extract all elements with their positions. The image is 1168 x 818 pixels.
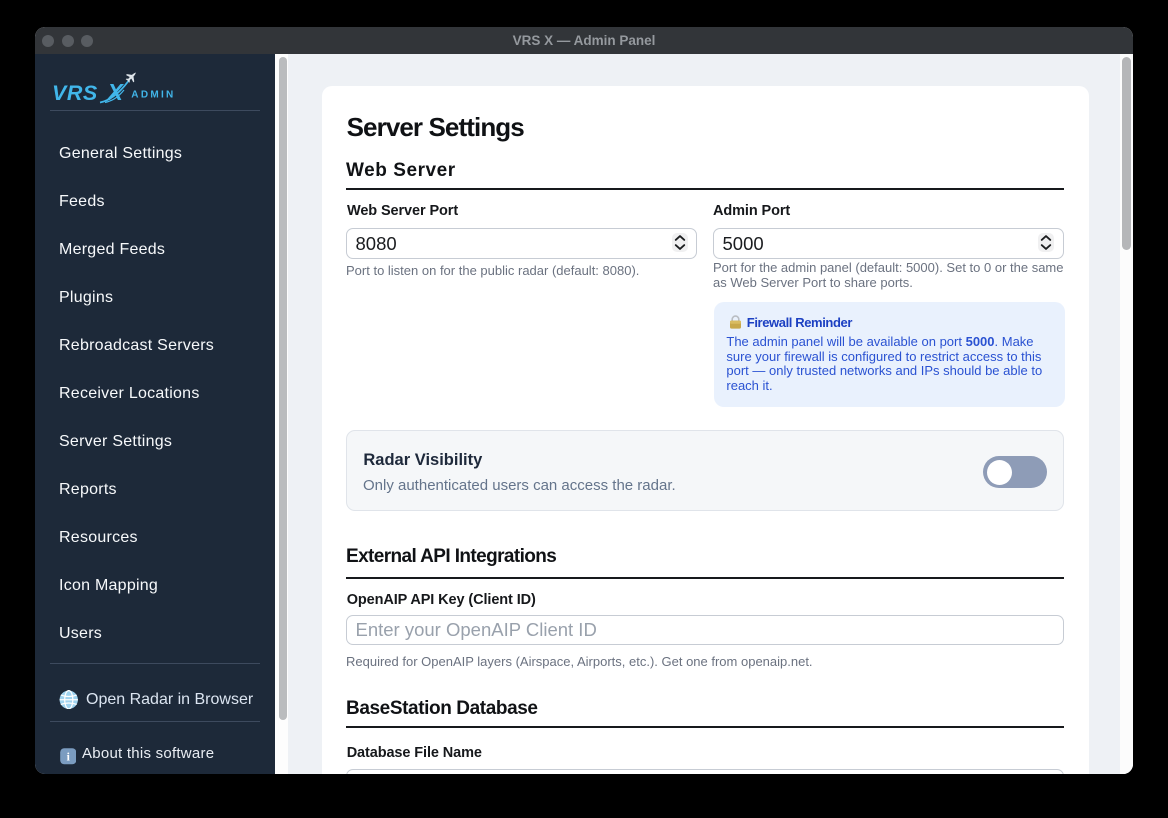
svg-text:VRS: VRS <box>52 81 98 105</box>
svg-text:ADMIN: ADMIN <box>131 89 175 100</box>
